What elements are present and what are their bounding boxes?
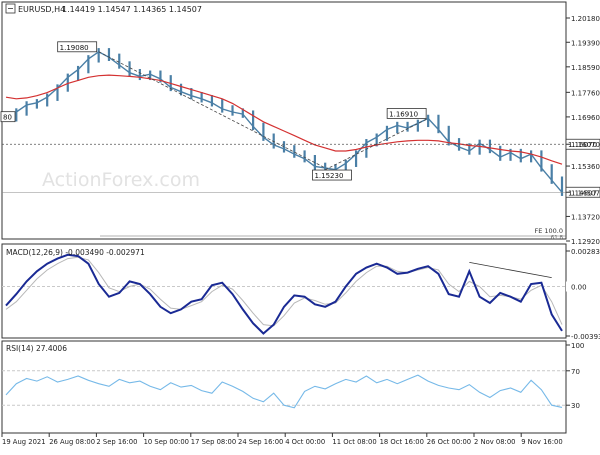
date-tick-label: 26 Oct 00:00: [427, 438, 471, 446]
fe-label: FE 100.0: [534, 227, 563, 235]
price-tick-label: 1.17760: [571, 89, 600, 97]
price-tick-label: 1.20180: [571, 15, 600, 23]
fe-sub-label: 61.8: [551, 235, 564, 241]
price-label-cut: 80: [3, 114, 12, 122]
date-tick-label: 11 Oct 08:00: [332, 438, 376, 446]
date-tick-label: 17 Sep 08:00: [191, 438, 236, 446]
date-tick-label: 4 Oct 00:00: [285, 438, 325, 446]
price-label-1.15230: 1.15230: [314, 172, 343, 180]
chart-ohlc: 1.14419 1.14547 1.14365 1.14507: [62, 5, 202, 14]
price-tick-label: 1.16960: [571, 114, 600, 122]
price-label-1.19080: 1.19080: [60, 44, 89, 52]
macd-tick-label: -0.003939: [571, 333, 600, 341]
price-tick-label: 1.13720: [571, 213, 600, 221]
rsi-tick-label: 100: [571, 342, 584, 350]
price-tick-label: 1.19390: [571, 39, 600, 47]
background: [0, 0, 600, 450]
macd-tick-label: 0.00283: [571, 248, 600, 256]
date-tick-label: 2 Nov 08:00: [474, 438, 516, 446]
date-tick-label: 2 Sep 16:00: [96, 438, 137, 446]
price-header: EURUSD,H4 1.14419 1.14547 1.14365 1.1450…: [5, 3, 202, 14]
rsi-tick-label: 30: [571, 402, 580, 410]
rsi-tick-label: 70: [571, 368, 580, 376]
date-tick-label: 26 Aug 08:00: [49, 438, 95, 446]
macd-title: MACD(12,26,9) -0.003490 -0.002971: [6, 248, 145, 257]
forex-chart: ActionForex.com 1.19080 1.16910 1.15230 80 1…: [0, 0, 600, 450]
price-tick-label: 1.18590: [571, 64, 600, 72]
date-tick-label: 24 Sep 16:00: [238, 438, 283, 446]
price-tick-label: 1.15360: [571, 163, 600, 171]
date-tick-label: 18 Oct 16:00: [380, 438, 424, 446]
date-tick-label: 10 Sep 00:00: [144, 438, 189, 446]
date-tick-label: 9 Nov 16:00: [521, 438, 563, 446]
price-tick-label: 1.14507: [571, 189, 600, 197]
price-tick-label: 1.16070: [571, 141, 600, 149]
chart-svg: ActionForex.com 1.19080 1.16910 1.15230 80 1…: [0, 0, 600, 450]
macd-zero-label: 0.00: [571, 284, 587, 292]
watermark-text: ActionForex.com: [42, 169, 200, 191]
price-label-1.16910: 1.16910: [389, 110, 418, 118]
price-tick-label: 1.12920: [571, 238, 600, 246]
watermark: ActionForex.com: [42, 169, 200, 191]
chart-symbol: EURUSD,H4: [18, 5, 65, 14]
date-tick-label: 19 Aug 2021: [2, 438, 46, 446]
rsi-title: RSI(14) 27.4006: [6, 344, 67, 353]
